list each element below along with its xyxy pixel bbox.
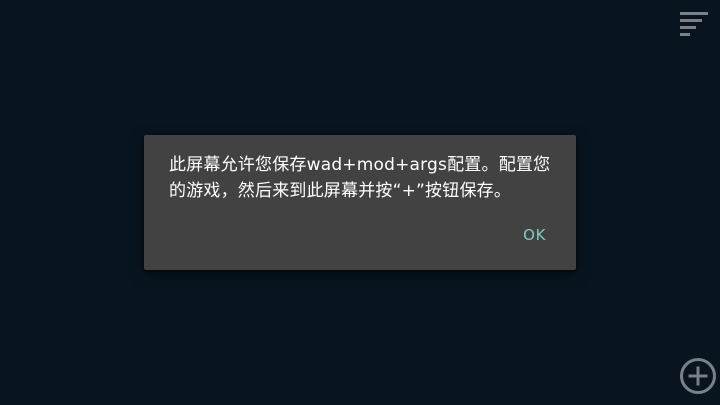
main-screen: 此屏幕允许您保存wad+mod+args配置。配置您的游戏，然后来到此屏幕并按“… [0, 0, 720, 405]
save-config-dialog: 此屏幕允许您保存wad+mod+args配置。配置您的游戏，然后来到此屏幕并按“… [144, 135, 576, 270]
add-config-button[interactable] [678, 356, 718, 396]
dialog-message: 此屏幕允许您保存wad+mod+args配置。配置您的游戏，然后来到此屏幕并按“… [169, 155, 551, 201]
dialog-actions: OK [515, 222, 554, 250]
add-circle-icon [680, 358, 716, 394]
ok-button[interactable]: OK [515, 222, 554, 248]
sort-menu-icon [680, 12, 708, 36]
menu-button[interactable] [674, 6, 714, 40]
